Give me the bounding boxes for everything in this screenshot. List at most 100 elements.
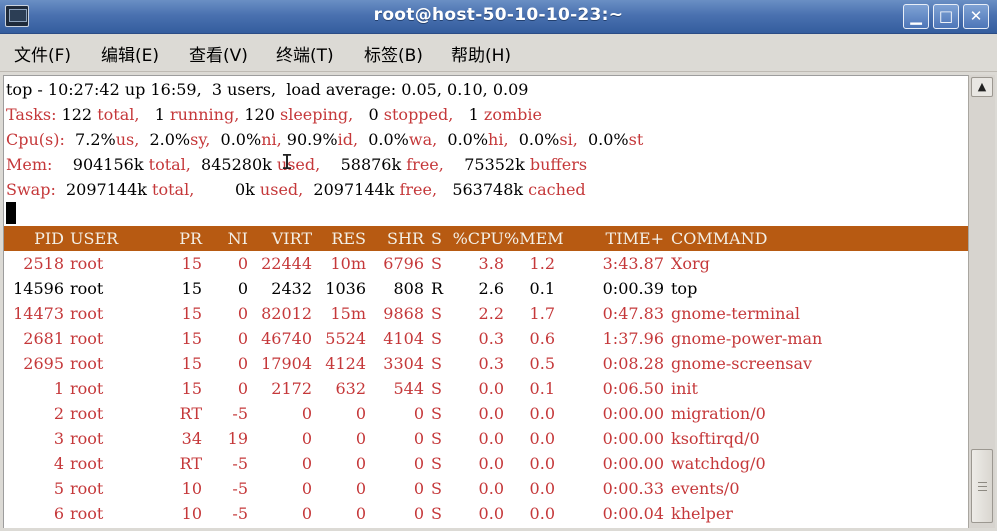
cell-shr: 808 <box>393 279 424 298</box>
cell-ni: 0 <box>237 329 248 348</box>
cell-mem: 0.5 <box>529 354 555 373</box>
cell-cpu: 0.0 <box>478 379 504 398</box>
cell-command: gnome-power-man <box>671 329 823 348</box>
cell-state: S <box>431 429 442 448</box>
col-command: COMMAND <box>671 229 768 248</box>
cell-time: 3:43.87 <box>602 254 664 273</box>
cell-command: events/0 <box>671 479 740 498</box>
thumb-grip <box>978 490 987 491</box>
cell-shr: 0 <box>413 429 424 448</box>
window-titlebar[interactable]: root@host-50-10-10-23:~ ▁ □ ✕ <box>0 0 997 34</box>
cell-user: root <box>70 504 104 523</box>
col-time: TIME+ <box>605 229 664 248</box>
table-row: 2518 root 15 0 22444 10m 6796 S 3.8 1.2 3:43.87 Xor… <box>4 251 968 276</box>
cell-pr: 15 <box>181 354 202 373</box>
cell-res: 0 <box>355 454 366 473</box>
cell-state: S <box>431 379 442 398</box>
cpu-hi-label: hi, <box>488 130 519 149</box>
cell-shr: 544 <box>393 379 424 398</box>
swap-cached: 563748k <box>452 180 524 199</box>
cell-cpu: 2.2 <box>478 304 504 323</box>
cpu-ni: 0.0% <box>220 130 262 149</box>
cpu-sy: 2.0% <box>149 130 191 149</box>
col-shr: SHR <box>387 229 424 248</box>
cpu-sy-label: sy, <box>190 130 221 149</box>
cell-ni: -5 <box>232 504 248 523</box>
cell-ni: 0 <box>237 279 248 298</box>
cell-user: root <box>70 379 104 398</box>
cell-ni: -5 <box>232 454 248 473</box>
cell-pr: RT <box>179 454 202 473</box>
table-row: 1 root 15 0 2172 632 544 S 0.0 0.1 0:06.50 init <box>4 376 968 401</box>
cell-res: 632 <box>335 379 366 398</box>
cell-mem: 1.2 <box>529 254 555 273</box>
close-button[interactable]: ✕ <box>963 4 989 29</box>
menu-terminal[interactable]: 终端(T) <box>276 41 334 66</box>
cell-time: 0:06.50 <box>602 379 664 398</box>
menu-view[interactable]: 查看(V) <box>189 41 248 66</box>
tasks-zombie: 1 <box>468 105 479 124</box>
cell-virt: 22444 <box>261 254 312 273</box>
cpu-id: 90.9% <box>286 130 338 149</box>
table-row: 4 root RT -5 0 0 0 S 0.0 0.0 0:00.00 watchdog/0 <box>4 451 968 476</box>
scroll-up-arrow-icon[interactable]: ▲ <box>971 77 993 97</box>
cell-shr: 0 <box>413 454 424 473</box>
cell-res: 0 <box>355 404 366 423</box>
swap-label: Swap: <box>6 180 66 199</box>
tasks-running-label: running, <box>164 105 245 124</box>
cell-pid: 1 <box>53 379 64 398</box>
minimize-button[interactable]: ▁ <box>903 4 929 29</box>
cell-user: root <box>70 329 104 348</box>
cpu-hi: 0.0% <box>447 130 489 149</box>
menu-help[interactable]: 帮助(H) <box>451 41 511 66</box>
table-row: 6 root 10 -5 0 0 0 S 0.0 0.0 0:00.04 khelper <box>4 501 968 526</box>
cell-virt: 0 <box>301 429 312 448</box>
menu-file[interactable]: 文件(F) <box>14 41 71 66</box>
menu-tabs[interactable]: 标签(B) <box>364 41 423 66</box>
tasks-line: Tasks: 122 total, 1 running, 120 sleepin… <box>6 102 542 127</box>
cell-pr: 10 <box>181 504 202 523</box>
maximize-button[interactable]: □ <box>933 4 959 29</box>
cell-mem: 0.6 <box>529 329 555 348</box>
cell-pid: 2695 <box>23 354 64 373</box>
cell-time: 0:00.00 <box>602 454 664 473</box>
cpu-si: 0.0% <box>518 130 560 149</box>
cell-virt: 17904 <box>261 354 312 373</box>
cell-mem: 0.0 <box>529 429 555 448</box>
table-row: 14473 root 15 0 82012 15m 9868 S 2.2 1.7 0:47.83 gn… <box>4 301 968 326</box>
cell-virt: 0 <box>301 404 312 423</box>
cell-mem: 0.1 <box>529 279 555 298</box>
mem-free: 58876k <box>340 155 402 174</box>
cell-state: R <box>431 279 444 298</box>
swap-used: 0k <box>234 180 255 199</box>
cell-pr: 15 <box>181 304 202 323</box>
cell-pid: 2 <box>53 404 64 423</box>
cell-ni: 0 <box>237 304 248 323</box>
cell-command: Xorg <box>671 254 710 273</box>
cell-command: khelper <box>671 504 733 523</box>
cell-virt: 2172 <box>271 379 312 398</box>
cell-cpu: 0.3 <box>478 329 504 348</box>
cell-time: 0:47.83 <box>602 304 664 323</box>
swap-total-label: total, <box>146 180 235 199</box>
cell-pid: 14473 <box>13 304 64 323</box>
menu-edit[interactable]: 编辑(E) <box>101 41 159 66</box>
cell-user: root <box>70 354 104 373</box>
cell-time: 0:00.04 <box>602 504 664 523</box>
cell-shr: 3304 <box>383 354 424 373</box>
swap-cached-label: cached <box>523 180 586 199</box>
terminal-output[interactable]: top - 10:27:42 up 16:59, 3 users, load a… <box>3 75 968 528</box>
cell-res: 1036 <box>325 279 366 298</box>
cell-user: root <box>70 404 104 423</box>
swap-line: Swap: 2097144k total, 0k used, 2097144k … <box>6 177 586 202</box>
cell-state: S <box>431 404 442 423</box>
cell-virt: 0 <box>301 504 312 523</box>
cell-cpu: 3.8 <box>478 254 504 273</box>
text-cursor-ibeam-icon: I <box>281 150 294 174</box>
cell-cpu: 0.0 <box>478 429 504 448</box>
scrollbar-thumb[interactable] <box>971 449 993 523</box>
vertical-scrollbar[interactable]: ▲ <box>968 75 995 528</box>
cpu-wa-label: wa, <box>408 130 448 149</box>
cell-cpu: 0.0 <box>478 479 504 498</box>
cell-user: root <box>70 304 104 323</box>
